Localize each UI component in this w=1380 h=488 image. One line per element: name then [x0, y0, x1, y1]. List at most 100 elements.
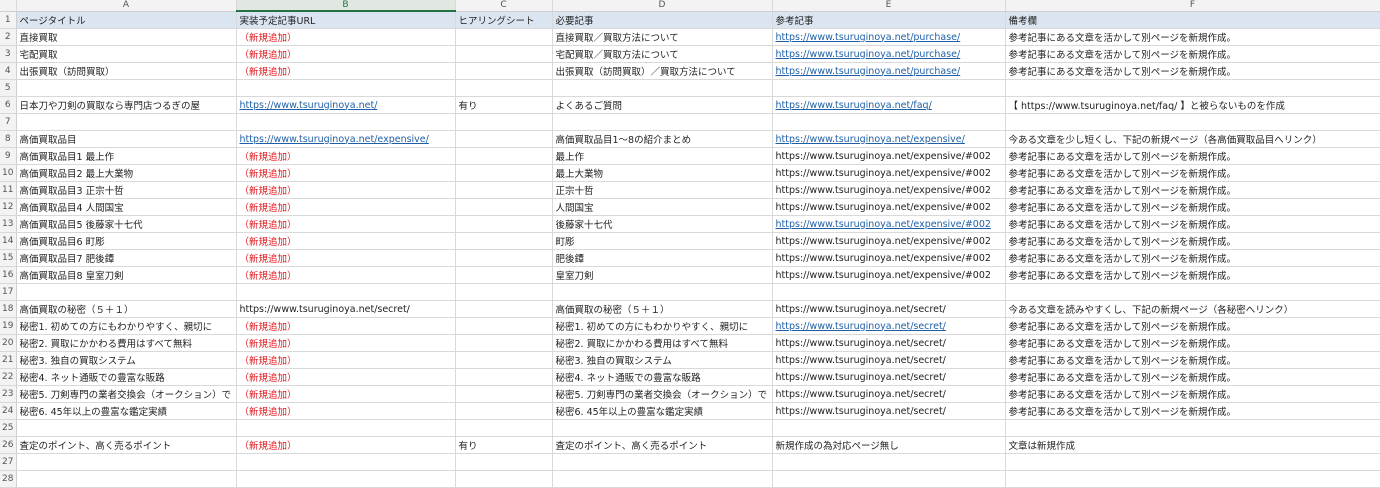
cell-a[interactable]: 高価買取品目8 皇室刀剣 [16, 266, 237, 284]
column-header-e[interactable]: E [772, 0, 1006, 12]
cell-a[interactable] [16, 453, 237, 471]
cell-f[interactable] [1005, 453, 1380, 471]
cell-a[interactable]: ページタイトル [16, 11, 237, 29]
cell-c[interactable] [455, 266, 553, 284]
row-number[interactable]: 24 [0, 402, 17, 420]
cell-e[interactable]: https://www.tsuruginoya.net/secret/ [772, 385, 1006, 403]
cell-e[interactable]: https://www.tsuruginoya.net/secret/ [772, 351, 1006, 369]
cell-d[interactable]: 直接買取／買取方法について [552, 28, 773, 46]
cell-a[interactable]: 高価買取品目1 最上作 [16, 147, 237, 165]
cell-c[interactable] [455, 419, 553, 437]
row-number[interactable]: 26 [0, 436, 17, 454]
cell-f[interactable]: 参考記事にある文章を活かして別ページを新規作成。 [1005, 334, 1380, 352]
cell-e[interactable]: https://www.tsuruginoya.net/purchase/ [772, 45, 1006, 63]
cell-c[interactable] [455, 181, 553, 199]
cell-d[interactable]: 高価買取の秘密（５＋１） [552, 300, 773, 318]
cell-d[interactable]: 最上作 [552, 147, 773, 165]
cell-f[interactable] [1005, 113, 1380, 131]
cell-e[interactable]: https://www.tsuruginoya.net/expensive/#0… [772, 198, 1006, 216]
cell-d[interactable]: 正宗十哲 [552, 181, 773, 199]
cell-e[interactable]: https://www.tsuruginoya.net/expensive/#0… [772, 215, 1006, 233]
cell-d[interactable]: 査定のポイント、高く売るポイント [552, 436, 773, 454]
cell-a[interactable]: 秘密5. 刀剣専門の業者交換会（オークション）で [16, 385, 237, 403]
row-number[interactable]: 8 [0, 130, 17, 148]
cell-f[interactable]: 参考記事にある文章を活かして別ページを新規作成。 [1005, 28, 1380, 46]
cell-c[interactable] [455, 249, 553, 267]
row-number[interactable]: 28 [0, 470, 17, 488]
cell-b[interactable]: （新規追加） [236, 232, 456, 250]
cell-d[interactable] [552, 283, 773, 301]
row-number[interactable]: 5 [0, 79, 17, 97]
cell-f[interactable]: 今ある文章を少し短くし、下記の新規ページ（各高価買取品目へリンク） [1005, 130, 1380, 148]
cell-e[interactable]: https://www.tsuruginoya.net/expensive/#0… [772, 181, 1006, 199]
cell-d[interactable] [552, 453, 773, 471]
row-number[interactable]: 23 [0, 385, 17, 403]
cell-b[interactable]: （新規追加） [236, 317, 456, 335]
cell-c[interactable] [455, 283, 553, 301]
row-number[interactable]: 16 [0, 266, 17, 284]
cell-b[interactable]: （新規追加） [236, 351, 456, 369]
cell-f[interactable]: 参考記事にある文章を活かして別ページを新規作成。 [1005, 249, 1380, 267]
cell-e[interactable]: https://www.tsuruginoya.net/secret/ [772, 334, 1006, 352]
row-number[interactable]: 6 [0, 96, 17, 114]
column-header-f[interactable]: F [1005, 0, 1380, 12]
cell-f[interactable]: 備考欄 [1005, 11, 1380, 29]
cell-f[interactable]: 参考記事にある文章を活かして別ページを新規作成。 [1005, 232, 1380, 250]
row-number[interactable]: 17 [0, 283, 17, 301]
column-header-d[interactable]: D [552, 0, 773, 12]
cell-d[interactable]: 肥後鐔 [552, 249, 773, 267]
cell-b[interactable]: （新規追加） [236, 334, 456, 352]
cell-f[interactable]: 参考記事にある文章を活かして別ページを新規作成。 [1005, 164, 1380, 182]
column-header-a[interactable]: A [16, 0, 237, 12]
cell-f[interactable] [1005, 283, 1380, 301]
cell-f[interactable] [1005, 470, 1380, 488]
cell-a[interactable] [16, 113, 237, 131]
cell-b[interactable]: https://www.tsuruginoya.net/ [236, 96, 456, 114]
cell-e[interactable]: https://www.tsuruginoya.net/expensive/#0… [772, 147, 1006, 165]
cell-b[interactable]: （新規追加） [236, 215, 456, 233]
row-number[interactable]: 1 [0, 11, 17, 29]
cell-e[interactable] [772, 283, 1006, 301]
cell-a[interactable]: 高価買取品目6 町彫 [16, 232, 237, 250]
cell-e[interactable] [772, 113, 1006, 131]
cell-b[interactable] [236, 113, 456, 131]
cell-d[interactable]: 秘密6. 45年以上の豊富な鑑定実績 [552, 402, 773, 420]
cell-f[interactable]: 参考記事にある文章を活かして別ページを新規作成。 [1005, 402, 1380, 420]
cell-e[interactable]: 参考記事 [772, 11, 1006, 29]
cell-e[interactable] [772, 79, 1006, 97]
cell-b[interactable]: （新規追加） [236, 385, 456, 403]
row-number[interactable]: 2 [0, 28, 17, 46]
cell-a[interactable]: 高価買取の秘密（５＋１） [16, 300, 237, 318]
cell-e[interactable]: https://www.tsuruginoya.net/expensive/#0… [772, 232, 1006, 250]
cell-a[interactable]: 査定のポイント、高く売るポイント [16, 436, 237, 454]
cell-b[interactable]: （新規追加） [236, 28, 456, 46]
cell-a[interactable]: 高価買取品目3 正宗十哲 [16, 181, 237, 199]
cell-a[interactable]: 秘密1. 初めての方にもわかりやすく、親切に [16, 317, 237, 335]
cell-a[interactable] [16, 419, 237, 437]
cell-d[interactable] [552, 113, 773, 131]
row-number[interactable]: 20 [0, 334, 17, 352]
cell-b[interactable]: （新規追加） [236, 402, 456, 420]
cell-b[interactable] [236, 453, 456, 471]
cell-c[interactable] [455, 453, 553, 471]
cell-f[interactable]: 参考記事にある文章を活かして別ページを新規作成。 [1005, 317, 1380, 335]
select-all-corner[interactable] [0, 0, 17, 12]
cell-a[interactable]: 高価買取品目 [16, 130, 237, 148]
cell-e[interactable]: https://www.tsuruginoya.net/purchase/ [772, 62, 1006, 80]
cell-f[interactable]: 参考記事にある文章を活かして別ページを新規作成。 [1005, 62, 1380, 80]
cell-f[interactable]: 今ある文章を読みやすくし、下記の新規ページ（各秘密へリンク） [1005, 300, 1380, 318]
cell-a[interactable]: 高価買取品目7 肥後鐔 [16, 249, 237, 267]
cell-b[interactable]: （新規追加） [236, 164, 456, 182]
cell-a[interactable]: 日本刀や刀剣の買取なら専門店つるぎの屋 [16, 96, 237, 114]
cell-c[interactable] [455, 334, 553, 352]
cell-c[interactable] [455, 45, 553, 63]
cell-c[interactable] [455, 147, 553, 165]
row-number[interactable]: 18 [0, 300, 17, 318]
cell-a[interactable]: 秘密6. 45年以上の豊富な鑑定実績 [16, 402, 237, 420]
row-number[interactable]: 7 [0, 113, 17, 131]
row-number[interactable]: 11 [0, 181, 17, 199]
cell-a[interactable]: 直接買取 [16, 28, 237, 46]
cell-c[interactable]: 有り [455, 96, 553, 114]
row-number[interactable]: 10 [0, 164, 17, 182]
cell-b[interactable]: （新規追加） [236, 436, 456, 454]
